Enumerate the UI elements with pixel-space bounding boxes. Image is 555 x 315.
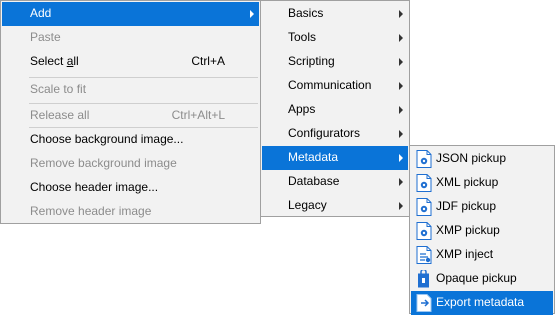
- menu-item-label: Add: [30, 6, 52, 20]
- menu-item-label: Tools: [288, 30, 317, 44]
- document-gear-icon: [416, 150, 432, 168]
- menu-item-label: Choose header image...: [30, 180, 159, 194]
- menu-item-label: XMP pickup: [436, 223, 500, 237]
- menu-item-configurators[interactable]: Configurators: [262, 122, 408, 146]
- menu-item-label: Basics: [288, 6, 324, 20]
- menu-item-scripting[interactable]: Scripting: [262, 50, 408, 74]
- menu-item-legacy[interactable]: Legacy: [262, 194, 408, 218]
- add-submenu: Basics Tools Scripting Communication App…: [260, 0, 410, 217]
- menu-item-choose-background-image[interactable]: Choose background image...: [2, 128, 259, 152]
- menu-item-label: Scale to fit: [30, 82, 87, 96]
- submenu-arrow-icon: [399, 130, 403, 138]
- submenu-arrow-icon: [399, 82, 403, 90]
- menu-item-remove-header-image[interactable]: Remove header image: [2, 200, 259, 224]
- shortcut-label: Ctrl+Alt+L: [171, 108, 225, 122]
- menu-item-label: JSON pickup: [436, 151, 507, 165]
- menu-item-label: XML pickup: [436, 175, 499, 189]
- menu-item-label: Select all: [30, 54, 79, 68]
- document-inject-icon: [416, 246, 432, 264]
- menu-item-xmp-inject[interactable]: XMP inject: [411, 243, 553, 267]
- menu-item-xmp-pickup[interactable]: XMP pickup: [411, 219, 553, 243]
- menu-item-basics[interactable]: Basics: [262, 2, 408, 26]
- menu-item-label: Choose background image...: [30, 132, 184, 146]
- menu-item-label: Configurators: [288, 126, 361, 140]
- menu-item-select-all[interactable]: Select all Ctrl+A: [2, 50, 259, 74]
- submenu-arrow-icon: [399, 202, 403, 210]
- metadata-submenu: JSON pickup XML pickup JDF pickup XMP pi…: [409, 145, 555, 315]
- menu-item-label: Release all: [30, 108, 90, 122]
- document-lock-icon: [418, 270, 429, 288]
- menu-item-json-pickup[interactable]: JSON pickup: [411, 147, 553, 171]
- menu-item-jdf-pickup[interactable]: JDF pickup: [411, 195, 553, 219]
- submenu-arrow-icon: [399, 178, 403, 186]
- submenu-arrow-icon: [399, 34, 403, 42]
- document-gear-icon: [416, 198, 432, 216]
- submenu-arrow-icon: [399, 106, 403, 114]
- menu-item-metadata[interactable]: Metadata: [262, 146, 408, 170]
- submenu-arrow-icon: [399, 10, 403, 18]
- document-gear-icon: [416, 174, 432, 192]
- menu-item-choose-header-image[interactable]: Choose header image...: [2, 176, 259, 200]
- menu-item-xml-pickup[interactable]: XML pickup: [411, 171, 553, 195]
- shortcut-label: Ctrl+A: [191, 54, 225, 68]
- menu-item-label: Export metadata: [436, 295, 525, 309]
- menu-item-label: JDF pickup: [436, 199, 497, 213]
- menu-item-label: Communication: [288, 78, 372, 92]
- menu-item-release-all[interactable]: Release all Ctrl+Alt+L: [2, 104, 259, 128]
- menu-item-paste[interactable]: Paste: [2, 26, 259, 50]
- document-export-icon: [416, 294, 432, 312]
- menu-item-communication[interactable]: Communication: [262, 74, 408, 98]
- menu-item-label: Opaque pickup: [436, 271, 517, 285]
- menu-item-opaque-pickup[interactable]: Opaque pickup: [411, 267, 553, 291]
- submenu-arrow-icon: [250, 10, 254, 18]
- menu-item-label: Legacy: [288, 198, 327, 212]
- menu-item-scale-to-fit[interactable]: Scale to fit: [2, 78, 259, 102]
- menu-item-label: XMP inject: [436, 247, 494, 261]
- menu-item-add[interactable]: Add: [2, 2, 259, 26]
- menu-item-tools[interactable]: Tools: [262, 26, 408, 50]
- document-gear-icon: [416, 222, 432, 240]
- menu-item-label: Scripting: [288, 54, 335, 68]
- menu-item-export-metadata[interactable]: Export metadata: [411, 291, 553, 315]
- menu-item-label: Remove background image: [30, 156, 177, 170]
- menu-item-label: Apps: [288, 102, 316, 116]
- menu-item-label: Remove header image: [30, 204, 152, 218]
- menu-item-apps[interactable]: Apps: [262, 98, 408, 122]
- menu-item-database[interactable]: Database: [262, 170, 408, 194]
- menu-item-label: Paste: [30, 30, 61, 44]
- menu-item-label: Database: [288, 174, 340, 188]
- submenu-arrow-icon: [399, 154, 403, 162]
- menu-item-remove-background-image[interactable]: Remove background image: [2, 152, 259, 176]
- context-menu: Add Paste Select all Ctrl+A Scale to fit…: [0, 0, 261, 224]
- submenu-arrow-icon: [399, 58, 403, 66]
- menu-item-label: Metadata: [288, 150, 339, 164]
